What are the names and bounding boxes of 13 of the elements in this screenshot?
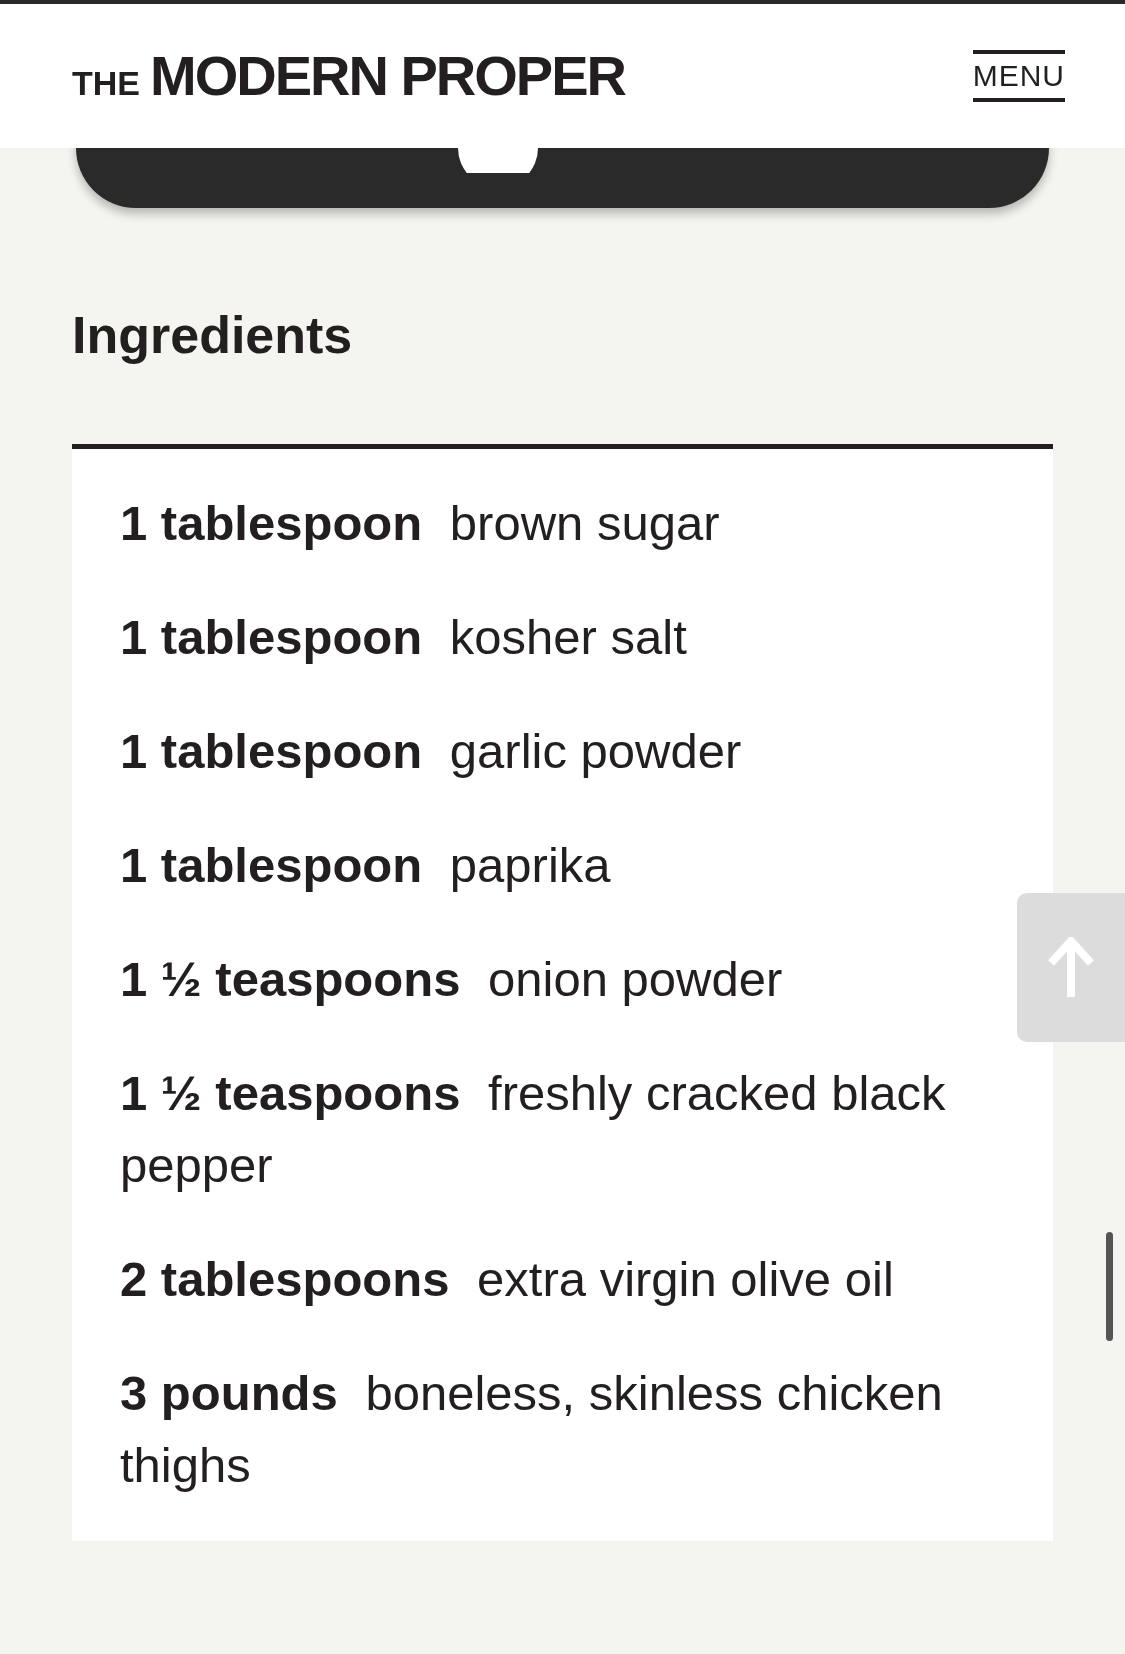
section-title: Ingredients <box>72 305 354 366</box>
ingredient-item: 1 ½ teaspoons freshly cracked black pepper <box>120 1065 947 1194</box>
site-logo[interactable]: THE MODERN PROPER <box>72 34 625 118</box>
ingredient-item: 2 tablespoons extra virgin olive oil <box>120 1251 895 1308</box>
arrow-up-icon <box>1046 936 1096 999</box>
ingredient-item: 1 tablespoon paprika <box>120 837 612 894</box>
back-to-top-button[interactable] <box>1017 893 1125 1042</box>
ingredient-item: 1 ½ teaspoons onion powder <box>120 951 784 1008</box>
ingredient-item: 1 tablespoon garlic powder <box>120 723 743 780</box>
ingredient-item: 1 tablespoon brown sugar <box>120 495 721 552</box>
menu-button[interactable]: MENU <box>972 50 1065 102</box>
ingredient-item: 3 pounds boneless, skinless chicken thighs <box>120 1365 944 1494</box>
ingredient-item: 1 tablespoon kosher salt <box>120 609 688 666</box>
